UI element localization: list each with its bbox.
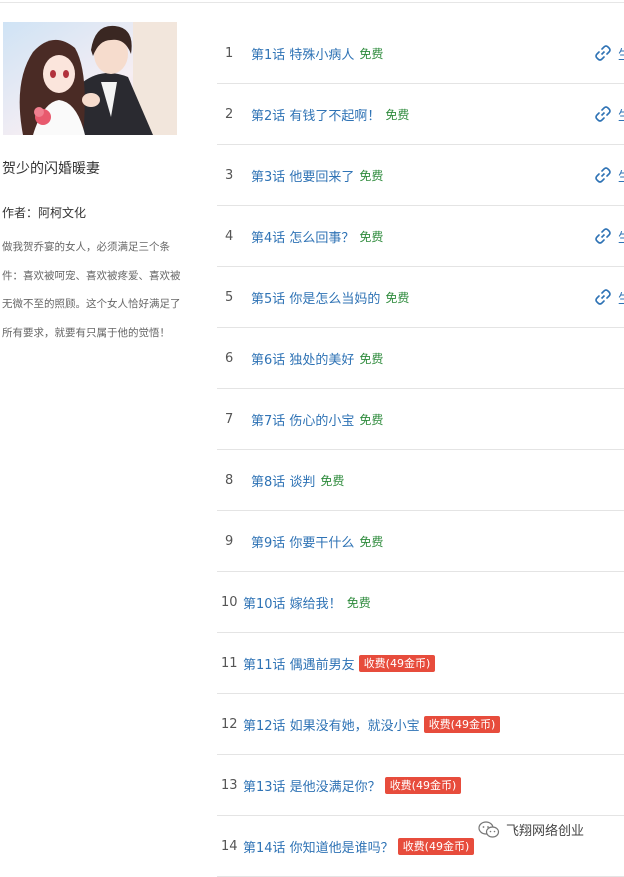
link-text[interactable]: 生 (618, 227, 624, 246)
chapter-title-link[interactable]: 第9话 你要干什么 (251, 532, 354, 551)
chapter-title-link[interactable]: 第5话 你是怎么当妈的 (251, 288, 380, 307)
watermark: 飞翔网络创业 (478, 820, 584, 839)
link-text[interactable]: 生 (618, 288, 624, 307)
chapter-number: 10 (221, 594, 238, 610)
chapter-title-link[interactable]: 第6话 独处的美好 (251, 349, 354, 368)
chapter-title-link[interactable]: 第13话 是他没满足你？ (243, 776, 381, 795)
free-label: 免费 (359, 229, 384, 244)
chapter-title-link[interactable]: 第4话 怎么回事？ (251, 227, 354, 246)
link-icon[interactable] (594, 44, 612, 62)
link-icon[interactable] (594, 227, 612, 245)
free-label: 免费 (346, 595, 371, 610)
chapter-row[interactable]: 5 第5话 你是怎么当妈的免费 生 (217, 267, 624, 328)
chapter-row[interactable]: 12 第12话 如果没有她，就没小宝 收费(49金币) (217, 694, 624, 755)
chapter-number: 13 (221, 777, 238, 793)
chapter-row[interactable]: 4 第4话 怎么回事？ 免费 生 (217, 206, 624, 267)
chapter-row[interactable]: 6 第6话 独处的美好 免费 (217, 328, 624, 389)
chapter-number: 12 (221, 716, 238, 732)
paid-badge: 收费(49金币) (423, 715, 501, 733)
chapter-number: 14 (221, 838, 238, 854)
free-label: 免费 (359, 46, 384, 61)
book-title: 贺少的闪婚暖妻 (2, 161, 100, 177)
chapter-row[interactable]: 9 第9话 你要干什么 免费 (217, 511, 624, 572)
free-label: 免费 (385, 290, 410, 305)
free-label: 免费 (359, 351, 384, 366)
chapter-title-link[interactable]: 第10话 嫁给我！ (243, 593, 342, 612)
chapter-title-link[interactable]: 第2话 有钱了不起啊！ (251, 105, 380, 124)
chapter-title-link[interactable]: 第14话 你知道他是谁吗？ (243, 837, 394, 856)
chapter-row[interactable]: 10 第10话 嫁给我！ 免费 (217, 572, 624, 633)
link-text[interactable]: 生 (618, 105, 624, 124)
chapter-number: 4 (225, 228, 234, 244)
chapter-title-link[interactable]: 第12话 如果没有她，就没小宝 (243, 715, 420, 734)
free-label: 免费 (320, 473, 345, 488)
free-label: 免费 (385, 107, 410, 122)
paid-badge: 收费(49金币) (358, 654, 436, 672)
book-author: 作者：阿柯文化 (2, 206, 87, 220)
chapter-row[interactable]: 3 第3话 他要回来了免费 生 (217, 145, 624, 206)
book-cover-image[interactable] (3, 22, 177, 135)
link-icon[interactable] (594, 105, 612, 123)
chapter-row[interactable]: 8 第8话 谈判 免费 (217, 450, 624, 511)
top-divider (0, 2, 624, 3)
cover-illustration (3, 22, 177, 135)
free-label: 免费 (359, 534, 384, 549)
link-icon[interactable] (594, 166, 612, 184)
chapter-number: 5 (225, 289, 234, 305)
chapter-title-link[interactable]: 第3话 他要回来了 (251, 166, 354, 185)
chapter-row[interactable]: 11 第11话 偶遇前男友 收费(49金币) (217, 633, 624, 694)
chapter-number: 8 (225, 472, 234, 488)
chapter-title-link[interactable]: 第7话 伤心的小宝 (251, 410, 354, 429)
free-label: 免费 (359, 412, 384, 427)
chapter-row[interactable]: 2 第2话 有钱了不起啊！ 免费 生 (217, 84, 624, 145)
chapter-row[interactable]: 13 第13话 是他没满足你？ 收费(49金币) (217, 755, 624, 816)
chapter-list: 1第1话 特殊小病人免费生2第2话 有钱了不起啊！免费生3第3话 他要回来了免费… (217, 23, 624, 877)
chapter-title-link[interactable]: 第1话 特殊小病人 (251, 44, 354, 63)
book-description: 做我贺乔宴的女人，必须满足三个条件：喜欢被呵宠、喜欢被疼爱、喜欢被无微不至的照顾… (2, 241, 181, 339)
link-text[interactable]: 生 (618, 44, 624, 63)
chapter-row[interactable]: 1 第1话 特殊小病人免费 生 (217, 23, 624, 84)
chapter-number: 2 (225, 106, 234, 122)
chapter-number: 3 (225, 167, 234, 183)
chapter-number: 11 (221, 655, 238, 671)
chapter-number: 1 (225, 45, 234, 61)
paid-badge: 收费(49金币) (397, 837, 475, 855)
watermark-text: 飞翔网络创业 (506, 824, 585, 839)
paid-badge: 收费(49金币) (384, 776, 462, 794)
chapter-row[interactable]: 7 第7话 伤心的小宝 免费 (217, 389, 624, 450)
chapter-title-link[interactable]: 第8话 谈判 (251, 471, 315, 490)
chapter-number: 6 (225, 350, 234, 366)
chapter-title-link[interactable]: 第11话 偶遇前男友 (243, 654, 355, 673)
chapter-number: 7 (225, 411, 234, 427)
link-icon[interactable] (594, 288, 612, 306)
link-text[interactable]: 生 (618, 166, 624, 185)
chapter-number: 9 (225, 533, 234, 549)
wechat-icon (478, 820, 500, 838)
free-label: 免费 (359, 168, 384, 183)
